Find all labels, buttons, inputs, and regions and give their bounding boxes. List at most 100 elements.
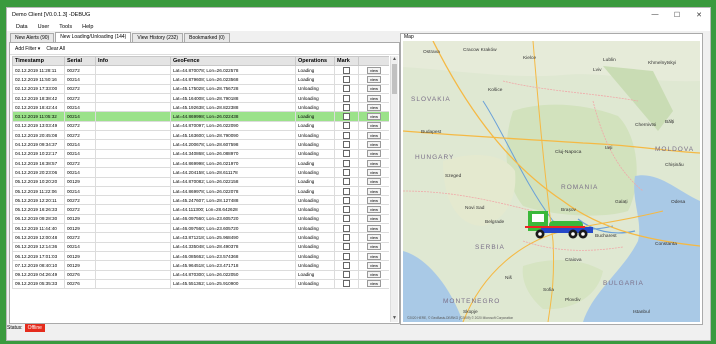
view-button[interactable]: view xyxy=(366,122,381,130)
col-operations[interactable]: Operations xyxy=(295,56,335,66)
mark-checkbox[interactable] xyxy=(343,159,350,167)
view-button[interactable]: view xyxy=(366,94,381,102)
table-row[interactable]: 05.12.2019 16:26:33 00272 Lat=44.111300; L… xyxy=(12,204,389,215)
table-row[interactable]: 09.12.2019 05:35:33 00276 Lat=45.551362; L… xyxy=(12,278,389,290)
view-button[interactable]: view xyxy=(366,141,381,149)
close-icon[interactable]: ✕ xyxy=(688,11,710,19)
mark-checkbox[interactable] xyxy=(343,224,350,232)
menu-tools[interactable]: Tools xyxy=(54,24,77,30)
menu-data[interactable]: Data xyxy=(11,24,33,30)
view-button[interactable]: view xyxy=(366,113,381,121)
mark-checkbox[interactable] xyxy=(343,243,350,251)
mark-checkbox[interactable] xyxy=(343,75,350,83)
mark-checkbox[interactable] xyxy=(343,66,350,74)
table-row[interactable]: 05.12.2019 11:22:06 00214 Lat=44.869978; L… xyxy=(12,185,389,197)
mark-checkbox[interactable] xyxy=(343,131,350,139)
view-button[interactable]: view xyxy=(366,224,381,232)
clear-all-button[interactable]: Clear All xyxy=(46,46,65,52)
table-row[interactable]: 09.12.2019 04:26:49 00276 Lat=44.870300; L… xyxy=(12,269,389,280)
mark-checkbox[interactable] xyxy=(343,85,350,93)
table-row[interactable]: 06.12.2019 11:44:40 00129 Lat=46.097560; L… xyxy=(12,223,389,234)
view-button[interactable]: view xyxy=(366,103,381,111)
mark-checkbox[interactable] xyxy=(343,178,350,186)
scroll-down-icon[interactable]: ▼ xyxy=(391,315,398,322)
mark-checkbox[interactable] xyxy=(343,261,350,269)
add-filter-button[interactable]: Add Filter ▾ xyxy=(15,46,40,52)
view-button[interactable]: view xyxy=(366,252,381,260)
view-button[interactable]: view xyxy=(366,261,381,269)
table-row[interactable]: 02.12.2019 17:33:00 00272 Lat=45.175028; L… xyxy=(12,83,389,94)
view-button[interactable]: view xyxy=(366,159,381,167)
view-button[interactable]: view xyxy=(366,271,381,279)
scroll-thumb[interactable] xyxy=(392,64,397,94)
view-button[interactable]: view xyxy=(366,187,381,195)
col-info[interactable]: Info xyxy=(95,56,171,66)
cell-serial: 00129 xyxy=(64,250,96,262)
mark-checkbox[interactable] xyxy=(343,141,350,149)
cell-mark xyxy=(334,232,359,243)
mark-checkbox[interactable] xyxy=(343,103,350,111)
mark-checkbox[interactable] xyxy=(343,280,350,288)
mark-checkbox[interactable] xyxy=(343,94,350,102)
cell-action: view xyxy=(358,204,389,215)
mark-checkbox[interactable] xyxy=(343,206,350,214)
view-button[interactable]: view xyxy=(366,85,381,93)
view-button[interactable]: view xyxy=(366,233,381,241)
minimize-icon[interactable]: — xyxy=(644,11,666,19)
table-row[interactable]: 02.12.2019 18:42:44 00214 Lat=45.192638; L… xyxy=(12,102,389,113)
cell-info xyxy=(95,241,171,252)
table-row[interactable]: 05.12.2019 10:20:20 00129 Lat=44.870082; L… xyxy=(12,176,389,187)
cell-serial: 00214 xyxy=(64,148,96,159)
view-button[interactable]: view xyxy=(366,168,381,176)
view-button[interactable]: view xyxy=(366,243,381,251)
table-row[interactable]: 03.12.2019 20:45:08 00272 Lat=45.163600; L… xyxy=(12,130,389,141)
view-button[interactable]: view xyxy=(366,206,381,214)
maximize-icon[interactable]: ☐ xyxy=(666,11,688,19)
table-row[interactable]: 07.12.2019 08:40:10 00129 Lat=45.964518; L… xyxy=(12,260,389,271)
mark-checkbox[interactable] xyxy=(343,233,350,241)
view-button[interactable]: view xyxy=(366,66,381,74)
grid-scrollbar[interactable]: ▲ ▼ xyxy=(390,56,398,322)
cell-geofence: Lat=44.204158; Lon=28.611178 xyxy=(170,167,296,178)
view-button[interactable]: view xyxy=(366,178,381,186)
table-row[interactable]: 06.12.2019 12:00:48 00272 Lat=43.871218; L… xyxy=(12,232,389,243)
mark-checkbox[interactable] xyxy=(343,150,350,158)
mark-checkbox[interactable] xyxy=(343,215,350,223)
table-row[interactable]: 06.12.2019 12:14:36 00214 Lat=44.335048; L… xyxy=(12,241,389,252)
cell-info xyxy=(95,64,171,76)
mark-checkbox[interactable] xyxy=(343,113,350,121)
table-row[interactable]: 04.12.2019 10:22:17 00214 Lat=44.340868; L… xyxy=(12,148,389,159)
view-button[interactable]: view xyxy=(366,196,381,204)
col-timestamp[interactable]: Timestamp xyxy=(12,56,65,66)
table-row[interactable]: 02.12.2019 11:28:11 00272 Lat=44.870078; L… xyxy=(12,64,389,76)
mark-checkbox[interactable] xyxy=(343,271,350,279)
mark-checkbox[interactable] xyxy=(343,196,350,204)
table-row[interactable]: 03.12.2019 13:03:49 00272 Lat=44.870097; L… xyxy=(12,120,389,132)
table-row[interactable]: 06.12.2019 09:28:30 00129 Lat=46.097560; L… xyxy=(12,213,389,225)
scroll-up-icon[interactable]: ▲ xyxy=(391,56,398,63)
mark-checkbox[interactable] xyxy=(343,187,350,195)
table-row[interactable]: 02.12.2019 18:38:42 00272 Lat=45.164008; L… xyxy=(12,92,389,104)
col-mark[interactable]: Mark xyxy=(334,56,359,66)
mark-checkbox[interactable] xyxy=(343,122,350,130)
table-row[interactable]: 03.12.2019 11:05:32 00214 Lat=44.869998; L… xyxy=(12,111,389,122)
menu-user[interactable]: User xyxy=(33,24,55,30)
table-row[interactable]: 04.12.2019 09:34:37 00214 Lat=44.200678; L… xyxy=(12,139,389,150)
menu-help[interactable]: Help xyxy=(77,24,98,30)
view-button[interactable]: view xyxy=(366,150,381,158)
view-button[interactable]: view xyxy=(366,131,381,139)
view-button[interactable]: view xyxy=(366,215,381,223)
table-row[interactable]: 04.12.2019 16:38:57 00272 Lat=44.869998; L… xyxy=(12,157,389,169)
map-view[interactable]: Ostrava Cracow Kraków Kielce Lublin Khmelnyt… xyxy=(403,41,700,322)
table-row[interactable]: 06.12.2019 17:01:03 00129 Lat=46.085662; L… xyxy=(12,250,389,262)
view-button[interactable]: view xyxy=(366,75,381,83)
col-serial[interactable]: Serial xyxy=(64,56,96,66)
mark-checkbox[interactable] xyxy=(343,252,350,260)
view-button[interactable]: view xyxy=(366,280,381,288)
cell-info xyxy=(95,102,171,113)
table-row[interactable]: 02.12.2019 11:50:16 00214 Lat=44.879608; L… xyxy=(12,74,389,85)
mark-checkbox[interactable] xyxy=(343,168,350,176)
table-row[interactable]: 04.12.2019 20:23:06 00214 Lat=44.204158; L… xyxy=(12,167,389,178)
table-row[interactable]: 05.12.2019 12:20:11 00272 Lat=45.247607; L… xyxy=(12,195,389,206)
col-geofence[interactable]: GeoFence xyxy=(170,56,296,66)
